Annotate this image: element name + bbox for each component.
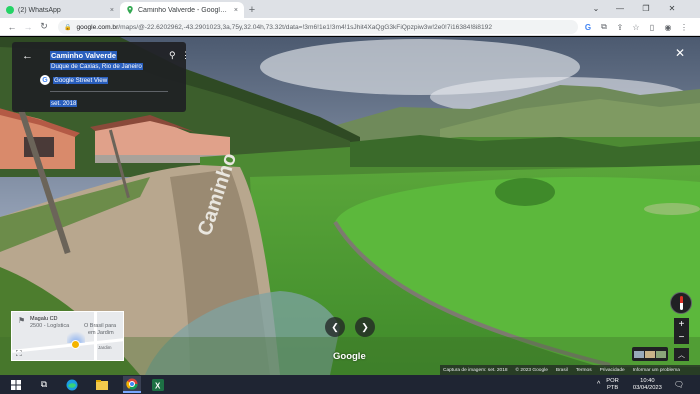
expand-map-icon[interactable]: ⛶ (16, 349, 22, 359)
reload-icon[interactable]: ↻ (36, 19, 52, 35)
svg-text:X: X (155, 381, 161, 390)
map-pin-icon[interactable]: ⚲ (169, 50, 176, 61)
maximize-button[interactable]: ❐ (636, 0, 656, 16)
nav-previous-button[interactable]: ❮ (325, 317, 345, 337)
system-tray: ^ POR PTB 10:40 03/04/2023 🗨 (597, 376, 684, 393)
url-path: /maps/@-22.6202962,-43.2901023,3a,75y,32… (118, 23, 492, 31)
map-label: em Jardim (88, 330, 114, 336)
toolbar-right-icons: G ⧉ ⇪ ☆ ▯ ◉ ⋮ (580, 19, 692, 35)
map-label: O Brasil para (84, 323, 117, 329)
clock[interactable]: 10:40 03/04/2023 (633, 378, 662, 392)
close-street-view-button[interactable]: ✕ (675, 46, 685, 60)
zoom-out-button[interactable]: − (674, 331, 689, 344)
map-label: 2500 - Logística (30, 323, 70, 329)
footer-privacy[interactable]: Privacidade (600, 368, 625, 373)
tab-whatsapp[interactable]: (2) WhatsApp × (0, 2, 120, 18)
compass-icon[interactable] (670, 292, 692, 314)
file-explorer-icon[interactable] (93, 376, 111, 393)
place-title: Caminho Valverde (50, 51, 118, 60)
bookmark-star-icon[interactable]: ☆ (628, 19, 644, 35)
map-label: Magalu CD (30, 316, 58, 322)
map-place-marker-icon: ⚑ (18, 316, 26, 325)
minimap[interactable]: Magalu CD 2500 - Logística O Brasil para… (11, 311, 124, 361)
edge-browser-icon[interactable] (63, 376, 81, 393)
whatsapp-icon (6, 6, 14, 14)
notifications-icon[interactable]: 🗨 (674, 380, 684, 389)
close-window-button[interactable]: ✕ (662, 0, 682, 16)
clock-date: 03/04/2023 (632, 384, 662, 391)
nav-next-button[interactable]: ❯ (355, 317, 375, 337)
language-indicator[interactable]: POR PTB (606, 378, 619, 392)
profile-icon[interactable]: ◉ (660, 19, 676, 35)
task-view-icon[interactable]: ⧉ (35, 376, 53, 393)
place-subtitle: Duque de Caxias, Rio de Janeiro (50, 63, 143, 70)
footer-copyright: © 2023 Google (515, 367, 548, 373)
footer-region[interactable]: Brasil (556, 368, 568, 373)
address-bar[interactable]: 🔒 google.com.br/maps/@-22.6202962,-43.29… (58, 20, 578, 34)
provider-label: Google Street View (53, 76, 109, 84)
expand-thumbnails-button[interactable]: ︿ (674, 348, 689, 361)
footer-capture: Captura de imagem: set. 2018 (443, 367, 508, 373)
clock-time: 10:40 (640, 377, 655, 384)
google-avatar-icon: G (40, 75, 50, 85)
lock-icon: 🔒 (64, 24, 72, 31)
excel-icon[interactable]: X (149, 376, 167, 393)
divider (50, 91, 168, 92)
minimize-button[interactable]: — (610, 0, 630, 16)
share-icon[interactable]: ⇪ (612, 19, 628, 35)
thumbnail[interactable] (656, 350, 666, 358)
new-tab-button[interactable]: + (244, 2, 260, 18)
maps-pin-icon (127, 6, 133, 14)
tab-search-icon[interactable]: ⌄ (586, 0, 606, 16)
map-road (94, 312, 97, 360)
attribution-footer: Captura de imagem: set. 2018 © 2023 Goog… (440, 365, 700, 375)
tab-label: Caminho Valverde - Google Maps (138, 6, 230, 14)
layout-code: PTB (606, 384, 619, 391)
translate-icon[interactable]: ⧉ (596, 19, 612, 35)
browser-toolbar: ← → ↻ 🔒 google.com.br/maps/@-22.6202962,… (0, 18, 700, 36)
chrome-taskbar-icon[interactable] (123, 376, 141, 393)
photo-thumbnails[interactable] (632, 347, 668, 361)
back-arrow-icon[interactable]: ← (22, 50, 33, 62)
google-logo: Google (333, 351, 366, 362)
tab-label: (2) WhatsApp (18, 6, 61, 14)
close-tab-icon[interactable]: × (110, 7, 114, 14)
google-lens-icon[interactable]: G (580, 19, 596, 35)
windows-start-icon[interactable] (7, 376, 25, 393)
map-label: Jardim (98, 345, 112, 350)
menu-dots-icon[interactable]: ⋮ (676, 19, 692, 35)
url-host: google.com.br (76, 23, 119, 31)
pegman-location-icon (71, 340, 80, 349)
tab-maps[interactable]: Caminho Valverde - Google Maps × (120, 2, 244, 18)
screen: { "browser": { "tabs": [ {"label": "(2) … (0, 0, 700, 394)
street-view-source: G Google Street View (40, 75, 109, 85)
tray-chevron-icon[interactable]: ^ (597, 381, 600, 388)
thumbnail[interactable] (634, 350, 644, 358)
back-icon[interactable]: ← (4, 19, 20, 35)
close-tab-icon[interactable]: × (234, 7, 238, 14)
capture-date[interactable]: set. 2018 (50, 100, 78, 107)
zoom-in-button[interactable]: + (674, 318, 689, 331)
more-options-icon[interactable]: ⋮ (181, 50, 190, 61)
footer-terms[interactable]: Termos (576, 368, 592, 373)
compass-needle (679, 296, 683, 310)
thumbnail[interactable] (645, 350, 655, 358)
side-panel-icon[interactable]: ▯ (644, 19, 660, 35)
location-info-card: ← Caminho Valverde Duque de Caxias, Rio … (12, 42, 190, 112)
lang-code: POR (606, 377, 619, 384)
windows-taskbar: ⧉ X (0, 375, 700, 394)
footer-report[interactable]: Informar um problema (633, 368, 680, 373)
forward-icon[interactable]: → (20, 19, 36, 35)
